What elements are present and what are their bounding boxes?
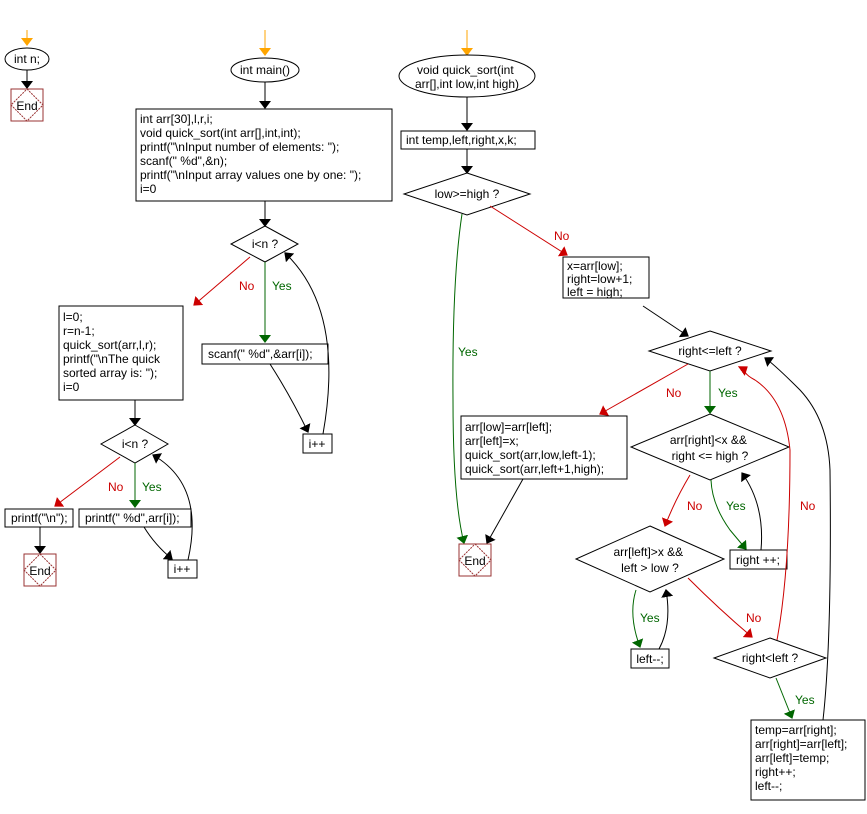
edge (642, 305, 689, 338)
main-end-text: End (29, 564, 50, 578)
no-edge (737, 366, 791, 641)
yes-label: Yes (640, 611, 660, 625)
no-label: No (239, 279, 255, 293)
quick-sort-start-text: void quick_sort(int arr[],int low,int hi… (415, 63, 519, 91)
main-start-text: int main() (240, 63, 290, 77)
yes-label: Yes (795, 693, 815, 707)
flowchart-canvas: int n; End int main() int arr[30],l,r,i;… (4, 30, 866, 801)
yes-edge (710, 479, 747, 550)
yes-label: Yes (142, 480, 162, 494)
quick-sort-decl-text: int temp,left,right,x,k; (406, 133, 517, 147)
edge (269, 363, 311, 433)
outer-loop-condition-text: right<=left ? (678, 344, 742, 358)
decl-n-text: int n; (14, 52, 40, 66)
yes-label: Yes (726, 499, 746, 513)
loop2-condition-text: i<n ? (122, 437, 149, 451)
no-label: No (746, 611, 762, 625)
loop2-inc-text: i++ (174, 562, 191, 576)
loop-back-edge (658, 589, 674, 650)
loop1-condition-text: i<n ? (252, 237, 279, 251)
no-label: No (687, 499, 703, 513)
left-dec-text: left--; (636, 652, 663, 666)
main-flow: int main() int arr[30],l,r,i; void quick… (4, 30, 393, 587)
no-edge (687, 577, 753, 638)
yes-label: Yes (718, 386, 738, 400)
print-newline-text: printf("\n"); (11, 511, 68, 525)
yes-label: Yes (458, 345, 478, 359)
no-label: No (666, 386, 682, 400)
no-label: No (108, 480, 124, 494)
right-scan-condition[interactable] (629, 413, 791, 481)
edge (143, 526, 173, 560)
yes-edge (775, 677, 795, 719)
yes-edge (452, 213, 469, 544)
right-inc-text: right ++; (736, 553, 780, 567)
loop1-body-text: scanf(" %d",&arr[i]); (208, 347, 313, 361)
base-case-condition-text: low>=high ? (435, 187, 500, 201)
quick-sort-flow: void quick_sort(int arr[],int low,int hi… (398, 30, 866, 801)
yes-label: Yes (272, 279, 292, 293)
loop-back-edge (152, 453, 193, 561)
left-scan-condition[interactable] (574, 525, 726, 593)
loop1-inc-text: i++ (309, 437, 326, 451)
edge (485, 478, 524, 544)
no-label: No (800, 499, 816, 513)
global-flow: int n; End (4, 30, 50, 122)
loop2-body-text: printf(" %d",arr[i]); (85, 511, 180, 525)
no-label: No (554, 229, 570, 243)
yes-edge (631, 589, 644, 648)
swap-condition-text: right<left ? (742, 651, 799, 665)
quick-sort-end-text: End (464, 554, 485, 568)
end-text: End (16, 99, 37, 113)
